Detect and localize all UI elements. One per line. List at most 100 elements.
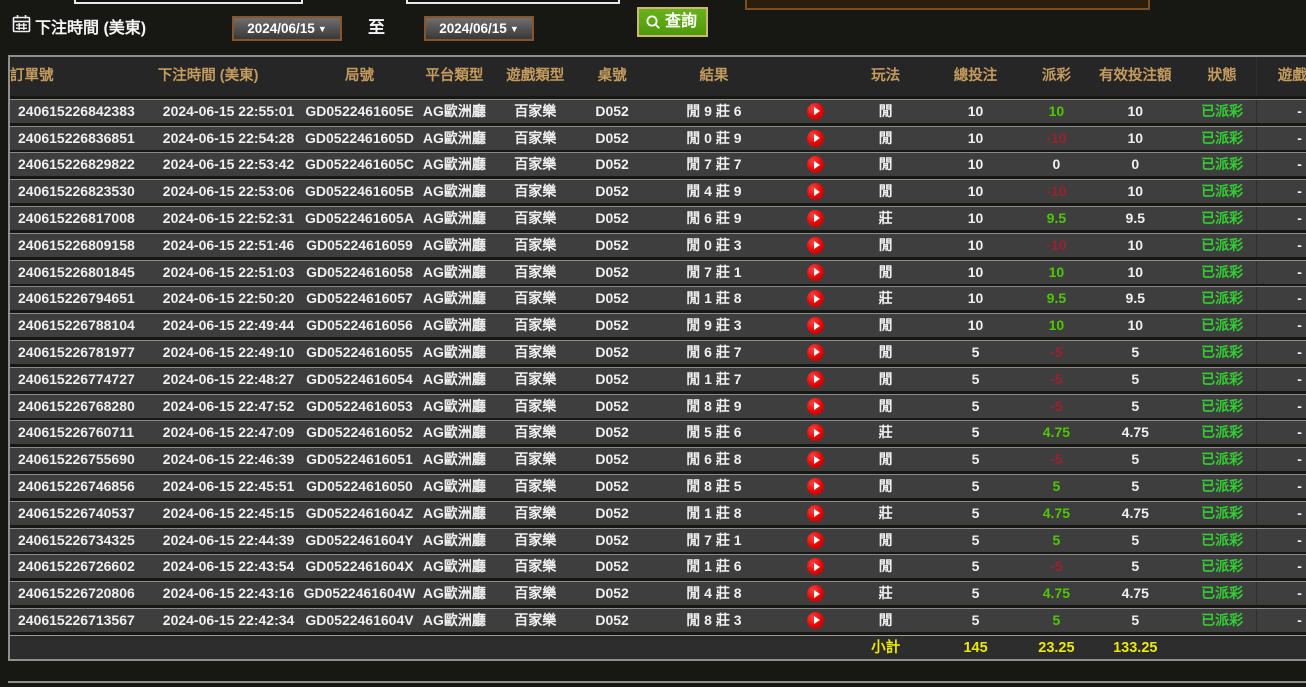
cell-platform: AG歐洲廳 [422, 504, 486, 521]
cell-payout: 5 [1052, 611, 1061, 628]
cell-table-number: D052 [595, 531, 629, 548]
cell-valid-bet: 10 [1127, 236, 1144, 253]
replay-icon[interactable] [807, 290, 825, 308]
table-row: 240615226768280 2024-06-15 22:47:52 GD05… [10, 393, 1306, 418]
replay-icon[interactable] [807, 183, 825, 201]
cell-table-number: D052 [595, 102, 629, 119]
replay-icon[interactable] [807, 585, 825, 603]
table-row: 240615226836851 2024-06-15 22:54:28 GD05… [10, 125, 1306, 150]
cell-valid-bet: 4.75 [1121, 504, 1149, 521]
cell-platform: AG歐洲廳 [422, 451, 486, 468]
table-row: 240615226823530 2024-06-15 22:53:06 GD05… [10, 179, 1306, 204]
cell-game-type: 百家樂 [514, 531, 557, 548]
cell-game-extra: - [1256, 448, 1306, 472]
cell-total-bet: 5 [971, 477, 980, 494]
cell-round-number: GD0522461604Y [305, 531, 414, 548]
cell-total-bet: 5 [971, 531, 980, 548]
col-game-type: 遊戲類型 [506, 68, 565, 84]
table-row: 240615226842383 2024-06-15 22:55:01 GD05… [10, 98, 1306, 123]
cell-total-bet: 5 [971, 451, 980, 468]
replay-icon[interactable] [807, 611, 825, 629]
partial-input-left[interactable] [74, 0, 303, 4]
cell-replay [781, 475, 851, 498]
cell-round-number: GD05224616059 [306, 236, 413, 253]
cell-payout: 9.5 [1046, 290, 1067, 307]
cell-order-number: 240615226829822 [18, 156, 135, 173]
replay-icon[interactable] [807, 343, 825, 361]
cell-valid-bet: 10 [1127, 263, 1144, 280]
cell-platform: AG歐洲廳 [422, 531, 486, 548]
cell-result: 閒 7 莊 1 [686, 263, 742, 280]
date-from-select[interactable]: 2024/06/15 ▼ [232, 16, 342, 41]
partial-input-right[interactable] [406, 0, 620, 4]
table-row: 240615226829822 2024-06-15 22:53:42 GD05… [10, 152, 1306, 177]
cell-payout: -10 [1046, 236, 1067, 253]
cell-status: 已派彩 [1201, 290, 1244, 307]
replay-icon[interactable] [807, 317, 825, 335]
cell-table-number: D052 [595, 451, 629, 468]
cell-game-type: 百家樂 [514, 183, 557, 200]
cell-platform: AG歐洲廳 [422, 209, 486, 226]
replay-icon[interactable] [807, 451, 825, 469]
cell-game-type: 百家樂 [514, 263, 557, 280]
cell-round-number: GD05224616055 [306, 343, 413, 360]
replay-icon[interactable] [807, 370, 825, 388]
cell-status: 已派彩 [1201, 370, 1244, 387]
cell-order-number: 240615226720806 [18, 585, 135, 602]
filter-bar: 下注時間 (美東) 2024/06/15 ▼ 至 2024/06/15 ▼ 查詢 [0, 0, 1306, 50]
replay-icon[interactable] [807, 102, 825, 120]
partial-box-top-right[interactable] [745, 0, 1150, 10]
cell-round-number: GD05224616057 [306, 290, 413, 307]
col-bet-time: 下注時間 (美東) [157, 68, 259, 84]
cell-game-type: 百家樂 [514, 397, 557, 414]
cell-replay [781, 180, 851, 203]
cell-status: 已派彩 [1201, 129, 1244, 146]
replay-icon[interactable] [807, 263, 825, 281]
cell-status: 已派彩 [1201, 317, 1244, 334]
replay-icon[interactable] [807, 129, 825, 147]
cell-total-bet: 5 [971, 558, 980, 575]
cell-result: 閒 8 莊 5 [686, 477, 742, 494]
replay-icon[interactable] [807, 236, 825, 254]
cell-bet-type: 莊 [878, 504, 893, 521]
cell-bet-type: 閒 [878, 531, 893, 548]
cell-game-type: 百家樂 [514, 156, 557, 173]
search-button[interactable]: 查詢 [637, 7, 709, 37]
cell-valid-bet: 4.75 [1121, 585, 1149, 602]
replay-icon[interactable] [807, 156, 825, 174]
table-row: 240615226774727 2024-06-15 22:48:27 GD05… [10, 366, 1306, 391]
cell-replay [781, 368, 851, 391]
cell-game-extra: - [1256, 501, 1306, 525]
replay-icon[interactable] [807, 558, 825, 576]
cell-payout: 10 [1048, 102, 1065, 119]
cell-game-type: 百家樂 [514, 317, 557, 334]
replay-icon[interactable] [807, 397, 825, 415]
cell-order-number: 240615226760711 [18, 424, 135, 441]
cell-bet-time: 2024-06-15 22:54:28 [162, 129, 295, 146]
table-row: 240615226817008 2024-06-15 22:52:31 GD05… [10, 205, 1306, 230]
cell-status: 已派彩 [1201, 183, 1244, 200]
cell-replay [781, 529, 851, 552]
cell-platform: AG歐洲廳 [422, 370, 486, 387]
cell-bet-type: 閒 [878, 343, 893, 360]
cell-payout: 0 [1052, 156, 1061, 173]
cell-replay [781, 234, 851, 257]
replay-icon[interactable] [807, 477, 825, 495]
replay-icon[interactable] [807, 531, 825, 549]
cell-status: 已派彩 [1201, 451, 1244, 468]
cell-payout: -5 [1050, 343, 1063, 360]
cell-round-number: GD0522461605D [304, 129, 414, 146]
cell-valid-bet: 5 [1131, 531, 1140, 548]
cell-round-number: GD05224616051 [306, 451, 413, 468]
cell-valid-bet: 5 [1131, 611, 1140, 628]
cell-bet-type: 閒 [878, 370, 893, 387]
replay-icon[interactable] [807, 209, 825, 227]
cell-round-number: GD0522461604V [305, 611, 414, 628]
replay-icon[interactable] [807, 504, 825, 522]
table-row: 240615226740537 2024-06-15 22:45:15 GD05… [10, 500, 1306, 525]
date-to-select[interactable]: 2024/06/15 ▼ [424, 16, 534, 41]
table-row: 240615226734325 2024-06-15 22:44:39 GD05… [10, 527, 1306, 552]
replay-icon[interactable] [807, 424, 825, 442]
cell-replay [781, 448, 851, 471]
cell-total-bet: 10 [967, 263, 984, 280]
